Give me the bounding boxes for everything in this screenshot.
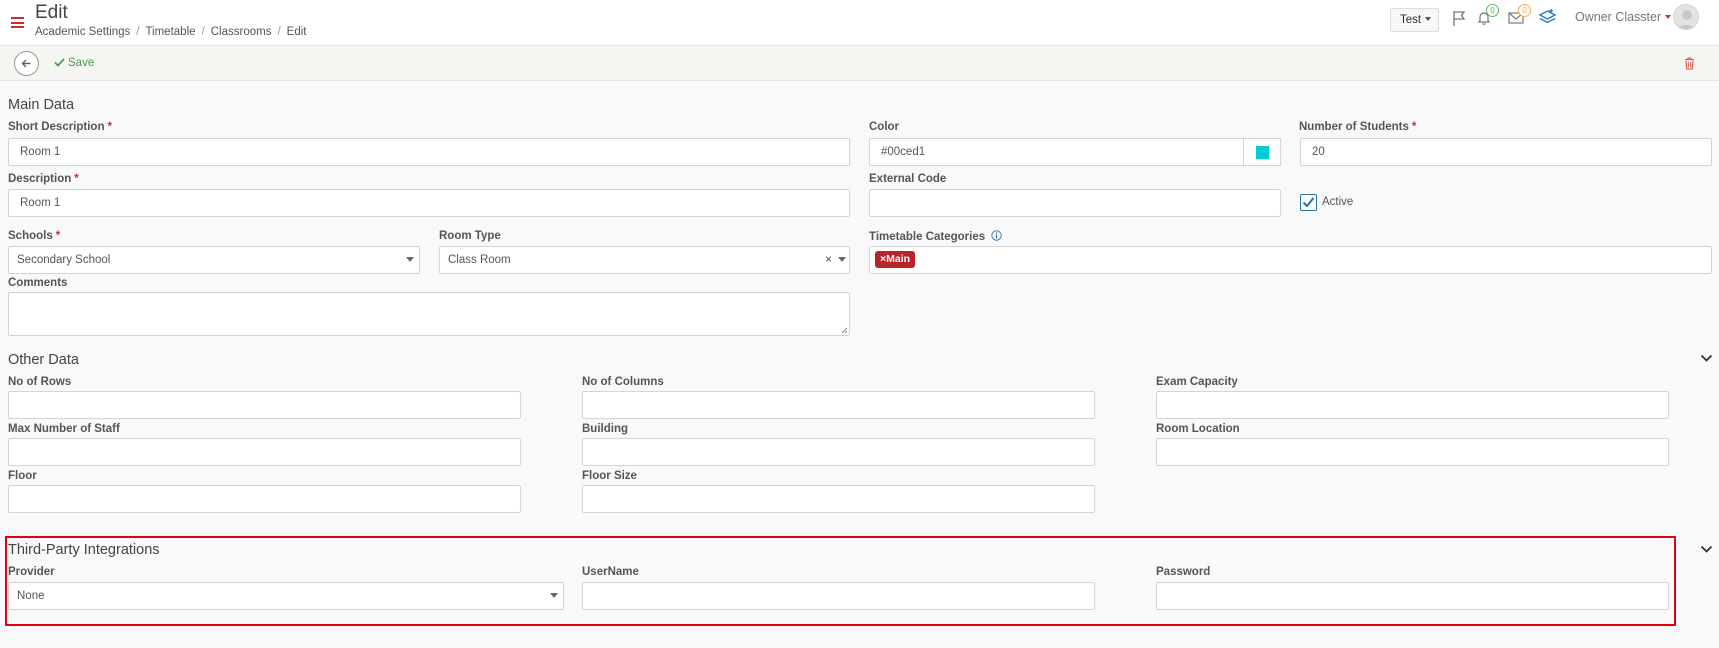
avatar[interactable] [1673, 4, 1699, 30]
short-description-label: Short Description * [8, 121, 112, 133]
caret-down-icon [1665, 15, 1672, 19]
top-header: Edit Academic Settings / Timetable / Classro… [0, 0, 1719, 46]
building-input[interactable] [582, 438, 1095, 466]
flag-icon[interactable] [1451, 10, 1468, 27]
comments-label: Comments [8, 277, 68, 289]
check-icon [1302, 197, 1315, 208]
max-number-of-staff-label: Max Number of Staff [8, 423, 120, 435]
floor-label: Floor [8, 470, 37, 482]
floor-size-input[interactable] [582, 485, 1095, 513]
category-tag-label: Main [886, 253, 911, 265]
timetable-categories-label: Timetable Categories [869, 230, 1002, 243]
breadcrumb-classrooms[interactable]: Classrooms [211, 26, 272, 38]
page-title: Edit [35, 2, 68, 23]
save-button[interactable]: Save [54, 57, 94, 69]
short-description-input[interactable]: Room 1 [8, 138, 850, 166]
breadcrumb-academic-settings[interactable]: Academic Settings [35, 26, 130, 38]
no-of-rows-input[interactable] [8, 391, 521, 419]
user-menu[interactable]: Owner Classter [1575, 10, 1672, 24]
username-input[interactable] [582, 582, 1095, 610]
layers-icon[interactable] [1538, 8, 1557, 27]
username-label: UserName [582, 566, 639, 578]
messages-button[interactable]: 0 [1508, 4, 1531, 25]
color-label: Color [869, 121, 900, 133]
resize-handle-icon[interactable] [841, 327, 848, 334]
provider-label: Provider [8, 566, 55, 578]
schools-label: Schools * [8, 230, 61, 242]
chevron-down-icon[interactable] [1700, 354, 1713, 363]
no-of-columns-label: No of Columns [582, 376, 664, 388]
back-button[interactable] [14, 51, 39, 76]
caret-down-icon [838, 257, 846, 262]
color-picker-button[interactable] [1243, 138, 1281, 166]
clear-selection-icon[interactable]: × [825, 252, 832, 266]
main-data-title: Main Data [8, 97, 75, 113]
password-input[interactable] [1156, 582, 1669, 610]
timetable-categories-input[interactable] [869, 246, 1712, 274]
tenant-label: Test [1400, 14, 1422, 26]
action-toolbar: Save [0, 46, 1719, 81]
hamburger-menu-icon[interactable] [11, 17, 24, 28]
external-code-input[interactable] [869, 189, 1281, 217]
caret-down-icon [1425, 17, 1432, 21]
room-type-label: Room Type [439, 230, 501, 242]
notifications-badge: 0 [1486, 4, 1499, 17]
user-name-label: Owner Classter [1575, 10, 1662, 24]
building-label: Building [582, 423, 628, 435]
no-of-rows-label: No of Rows [8, 376, 72, 388]
provider-select[interactable]: None [8, 582, 564, 610]
chevron-down-icon[interactable] [1700, 545, 1713, 554]
user-silhouette-icon [1677, 10, 1697, 29]
description-input[interactable]: Room 1 [8, 189, 850, 217]
breadcrumb-timetable[interactable]: Timetable [145, 26, 195, 38]
exam-capacity-input[interactable] [1156, 391, 1669, 419]
number-of-students-label: Number of Students * [1299, 121, 1417, 133]
breadcrumb: Academic Settings / Timetable / Classrooms / E… [35, 26, 307, 38]
third-party-title: Third-Party Integrations [8, 542, 160, 558]
schools-select[interactable]: Secondary School [8, 246, 420, 274]
save-label: Save [68, 57, 95, 69]
messages-badge: 0 [1518, 4, 1531, 17]
room-location-label: Room Location [1156, 423, 1240, 435]
check-icon [54, 58, 65, 67]
external-code-label: External Code [869, 173, 947, 185]
no-of-columns-input[interactable] [582, 391, 1095, 419]
tenant-dropdown-button[interactable]: Test [1390, 8, 1439, 32]
arrow-left-icon [21, 59, 31, 68]
highlight-box [5, 536, 1676, 626]
color-swatch [1256, 146, 1269, 159]
active-checkbox[interactable] [1300, 194, 1317, 211]
category-tag: ×Main [875, 251, 916, 268]
description-label: Description * [8, 173, 79, 185]
color-input[interactable]: #00ced1 [869, 138, 1281, 166]
comments-textarea[interactable] [8, 292, 850, 336]
info-icon[interactable] [991, 230, 1002, 241]
exam-capacity-label: Exam Capacity [1156, 376, 1238, 388]
notifications-button[interactable]: 0 [1476, 4, 1499, 26]
floor-size-label: Floor Size [582, 470, 637, 482]
room-location-input[interactable] [1156, 438, 1669, 466]
caret-down-icon [406, 257, 414, 262]
breadcrumb-edit: Edit [286, 26, 307, 38]
caret-down-icon [550, 593, 558, 598]
password-label: Password [1156, 566, 1211, 578]
number-of-students-input[interactable]: 20 [1300, 138, 1712, 166]
other-data-title: Other Data [8, 352, 79, 368]
room-type-select[interactable]: Class Room [439, 246, 850, 274]
active-label: Active [1322, 196, 1354, 208]
max-number-of-staff-input[interactable] [8, 438, 521, 466]
trash-icon[interactable] [1684, 57, 1695, 70]
floor-input[interactable] [8, 485, 521, 513]
